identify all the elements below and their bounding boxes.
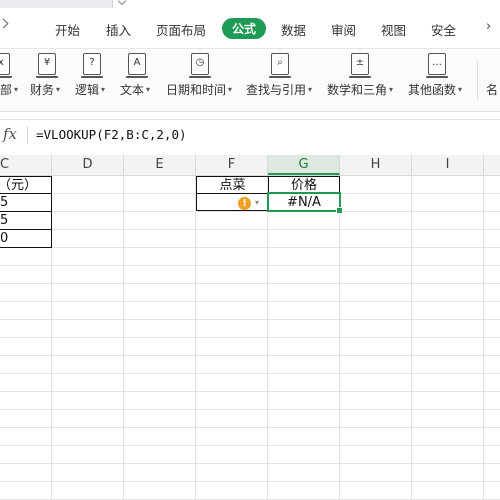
column-header-i[interactable]: I bbox=[412, 155, 484, 175]
ribbon-menu-bar: 开始 插入 页面布局 公式 数据 审阅 视图 安全 › bbox=[0, 8, 500, 48]
name-manager-label: 名 bbox=[486, 83, 499, 97]
tab-data[interactable]: 数据 bbox=[281, 20, 306, 39]
lookup-label: 查找与引用 bbox=[246, 83, 307, 97]
column-header-g[interactable]: G bbox=[268, 155, 340, 175]
group-label: 部 bbox=[0, 83, 13, 97]
tab-insert[interactable]: 插入 bbox=[106, 20, 131, 39]
column-header-e[interactable]: E bbox=[124, 155, 196, 175]
datetime-label: 日期和时间 bbox=[166, 83, 227, 97]
dropdown-arrow-icon: ▾ bbox=[255, 198, 260, 207]
menu-expand-icon[interactable] bbox=[0, 20, 10, 34]
formula-ribbon: x 部 ▾ ¥ 财务 ▾ ? 逻辑 ▾ A 文本 ▾ ◷ 日期和时间 ▾ ⌕ 查找与引用 ▾… bbox=[0, 48, 500, 112]
chevron-right-icon[interactable]: › bbox=[486, 19, 491, 34]
lookup-search-icon: ⌕ bbox=[269, 53, 291, 78]
formula-bar: fx =VLOOKUP(F2,B:C,2,0) bbox=[0, 119, 500, 151]
clock-icon: ◷ bbox=[189, 53, 211, 78]
function-icon: x bbox=[0, 53, 12, 78]
finance-icon: ¥ bbox=[36, 53, 58, 78]
error-smart-tag[interactable]: ! ▾ bbox=[236, 196, 264, 212]
column-header-c[interactable]: C bbox=[0, 155, 52, 175]
cell-area[interactable]: （元） 5 5 0 点菜 价格 #N/A bbox=[0, 176, 500, 500]
cell-c3[interactable]: 5 bbox=[0, 212, 52, 230]
tab-security[interactable]: 安全 bbox=[431, 20, 456, 39]
more-functions-icon: … bbox=[426, 53, 448, 78]
cell-c2[interactable]: 5 bbox=[0, 194, 52, 212]
cell-c4[interactable]: 0 bbox=[0, 230, 52, 248]
math-icon: ± bbox=[349, 53, 371, 78]
formula-bar-divider bbox=[27, 126, 28, 144]
cell-f1[interactable]: 点菜 bbox=[196, 176, 269, 194]
logic-label: 逻辑 bbox=[75, 83, 100, 97]
text-label: 文本 bbox=[120, 83, 145, 97]
chevron-icon bbox=[117, 0, 127, 6]
tab-formulas[interactable]: 公式 bbox=[222, 18, 267, 39]
other-label: 其他函数 bbox=[408, 83, 457, 97]
tab-home[interactable]: 开始 bbox=[55, 20, 80, 39]
fill-handle[interactable] bbox=[336, 207, 343, 214]
cell-c1[interactable]: （元） bbox=[0, 176, 52, 194]
title-strip bbox=[0, 0, 500, 9]
tab-review[interactable]: 审阅 bbox=[331, 20, 356, 39]
column-header-d[interactable]: D bbox=[52, 155, 124, 175]
active-cell-selection[interactable] bbox=[267, 192, 343, 214]
finance-label: 财务 bbox=[30, 83, 55, 97]
spreadsheet-grid[interactable]: C D E F G H I （元） 5 5 0 点菜 价格 #N/A ! ▾ bbox=[0, 149, 500, 500]
logic-icon: ? bbox=[81, 53, 103, 78]
tab-page-layout[interactable]: 页面布局 bbox=[156, 20, 206, 39]
column-headers: C D E F G H I bbox=[0, 155, 500, 176]
math-label: 数学和三角 bbox=[327, 83, 388, 97]
column-header-h[interactable]: H bbox=[340, 155, 412, 175]
formula-input[interactable]: =VLOOKUP(F2,B:C,2,0) bbox=[36, 127, 187, 142]
fx-icon[interactable]: fx bbox=[3, 125, 17, 143]
column-header-f[interactable]: F bbox=[196, 155, 268, 175]
text-icon: A bbox=[126, 53, 148, 78]
warning-icon: ! bbox=[238, 197, 251, 210]
ribbon-divider bbox=[477, 61, 478, 101]
tab-view[interactable]: 视图 bbox=[381, 20, 406, 39]
